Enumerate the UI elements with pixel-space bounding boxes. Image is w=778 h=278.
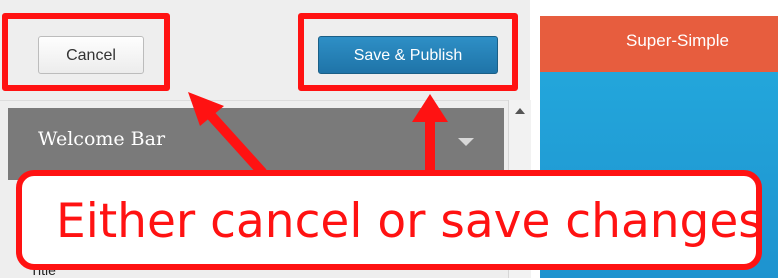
arrow-icon [188,92,267,177]
arrow-icon [412,94,448,177]
annotation-callout: Either cancel or save changes [16,170,763,270]
callout-text: Either cancel or save changes [56,194,763,249]
